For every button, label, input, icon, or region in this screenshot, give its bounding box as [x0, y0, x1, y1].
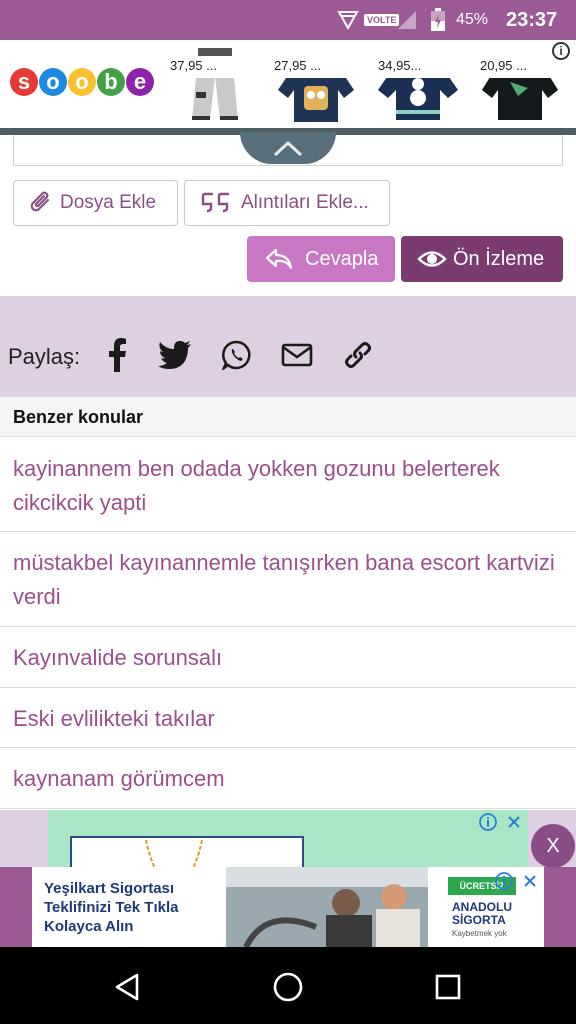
- ad-photo: [226, 867, 428, 947]
- logo-letter: e: [126, 68, 154, 96]
- recents-icon[interactable]: [428, 967, 468, 1007]
- product-price: 27,95 ...: [270, 56, 348, 78]
- reply-label: Cevapla: [305, 247, 379, 270]
- ad-product-pants[interactable]: 37,95 ...: [166, 42, 256, 124]
- reply-arrow-icon: [265, 248, 293, 270]
- clock: 23:37: [506, 8, 558, 31]
- bottom-ad-content[interactable]: Yeşilkart Sigortası Teklifinizi Tek Tıkl…: [32, 867, 544, 947]
- ad-info-icon[interactable]: [478, 812, 498, 832]
- insert-quotes-button[interactable]: Alıntıları Ekle...: [184, 180, 390, 226]
- mid-ad-banner[interactable]: [48, 810, 528, 876]
- top-banner-ad[interactable]: s o o b e 37,95 ... 27,95 ... 34,95... 2…: [0, 40, 576, 128]
- soobe-logo: s o o b e: [10, 68, 154, 96]
- signal-diamond-icon: [336, 0, 360, 40]
- close-ad-button[interactable]: X: [531, 824, 575, 868]
- ad-brand-sub: Kaybetmek yok: [452, 929, 507, 938]
- email-icon[interactable]: [280, 338, 314, 372]
- quote-icon: [201, 192, 229, 213]
- product-price: 37,95 ...: [166, 56, 244, 78]
- eye-icon: [417, 251, 447, 267]
- similar-topics-header: Benzer konular: [0, 397, 576, 437]
- home-icon[interactable]: [268, 967, 308, 1007]
- similar-topic-link[interactable]: Eski evlilikteki takılar: [0, 688, 576, 748]
- product-price: 34,95...: [374, 56, 452, 78]
- link-icon[interactable]: [341, 338, 375, 372]
- similar-topic-link[interactable]: müstakbel kayınannemle tanışırken bana e…: [0, 532, 576, 627]
- battery-icon: [430, 0, 446, 40]
- logo-letter: b: [97, 68, 125, 96]
- similar-topics-list: kayinannem ben odada yokken gozunu beler…: [0, 438, 576, 809]
- share-section: Paylaş:: [0, 296, 576, 397]
- ad-close-icon[interactable]: [520, 871, 540, 891]
- product-price: 20,95 ...: [476, 56, 554, 78]
- bottom-banner-ad[interactable]: Yeşilkart Sigortası Teklifinizi Tek Tıkl…: [0, 867, 576, 947]
- chevron-up-icon: [273, 140, 303, 157]
- ad-info-icon[interactable]: [494, 871, 514, 891]
- ad-brand-logo: ANADOLU SİGORTA Kaybetmek yok: [452, 901, 536, 940]
- facebook-icon[interactable]: [100, 338, 134, 372]
- preview-button[interactable]: Ön İzleme: [401, 236, 563, 282]
- reply-button[interactable]: Cevapla: [247, 236, 395, 282]
- cell-signal-icon: [396, 0, 418, 40]
- volte-badge: VOLTE: [364, 14, 400, 26]
- twitter-icon[interactable]: [158, 338, 192, 372]
- paperclip-icon: [30, 191, 50, 212]
- attach-file-label: Dosya Ekle: [60, 192, 157, 213]
- share-label: Paylaş:: [8, 344, 81, 369]
- android-nav-bar: [0, 947, 576, 1024]
- ad-info-icon[interactable]: i: [552, 42, 570, 60]
- ad-brand-line2: SİGORTA: [452, 913, 506, 927]
- similar-topic-link[interactable]: kaynanam görümcem: [0, 748, 576, 809]
- ad-product-sweater-snowman[interactable]: 34,95...: [374, 42, 464, 124]
- logo-letter: o: [68, 68, 96, 96]
- logo-letter: s: [10, 68, 38, 96]
- preview-label: Ön İzleme: [453, 247, 545, 270]
- similar-topic-link[interactable]: Kayınvalide sorunsalı: [0, 627, 576, 688]
- battery-percentage: 45%: [456, 11, 489, 28]
- status-bar: VOLTE 45% 23:37: [0, 0, 576, 40]
- attach-file-button[interactable]: Dosya Ekle: [13, 180, 178, 226]
- insert-quotes-label: Alıntıları Ekle...: [241, 192, 369, 213]
- ad-product-sweatshirt-owl[interactable]: 27,95 ...: [270, 42, 360, 124]
- ad-headline: Yeşilkart Sigortası Teklifinizi Tek Tıkl…: [44, 880, 179, 935]
- whatsapp-icon[interactable]: [220, 338, 254, 372]
- logo-letter: o: [39, 68, 67, 96]
- ad-close-icon[interactable]: [504, 812, 524, 832]
- similar-topics-title: Benzer konular: [13, 407, 144, 427]
- similar-topic-link[interactable]: kayinannem ben odada yokken gozunu beler…: [0, 438, 576, 532]
- back-icon[interactable]: [108, 967, 148, 1007]
